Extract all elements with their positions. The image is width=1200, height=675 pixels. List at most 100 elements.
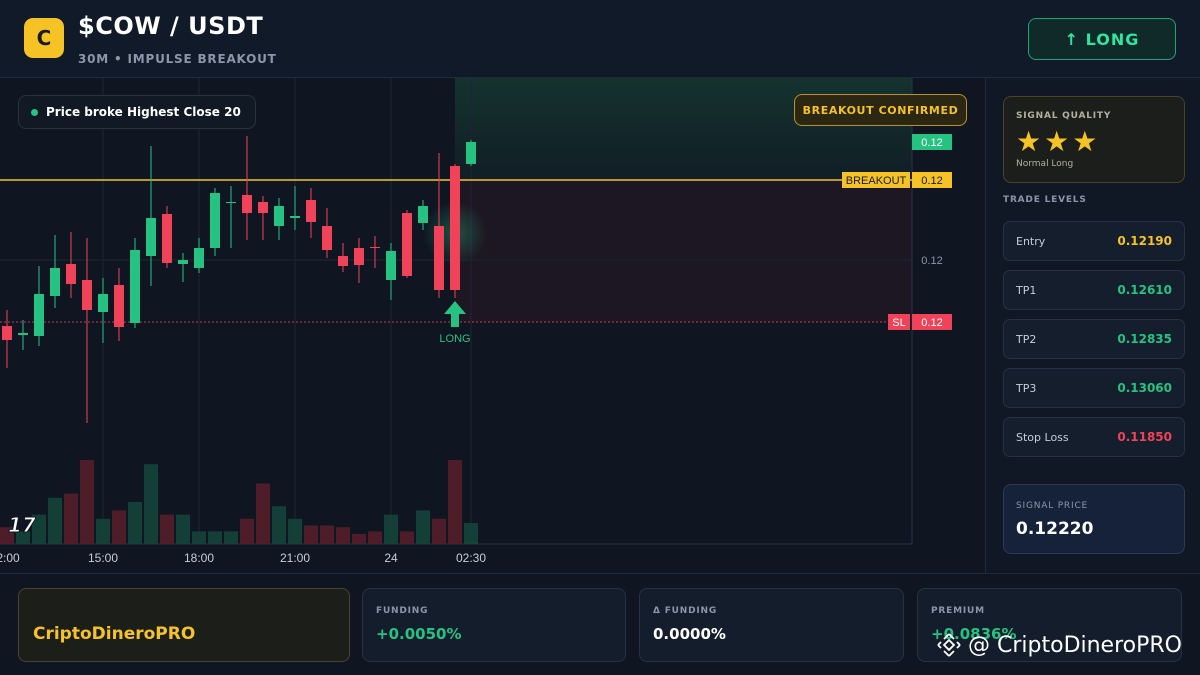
time-tick-label: 21:00 bbox=[280, 551, 310, 565]
signal-quality-label: SIGNAL QUALITY bbox=[1016, 111, 1112, 121]
volume-bar bbox=[160, 514, 174, 544]
volume-bar bbox=[128, 502, 142, 544]
volume-bar bbox=[224, 531, 238, 544]
candle-body bbox=[66, 264, 76, 284]
candle-body bbox=[34, 294, 44, 336]
chart-area[interactable]: LONG 0.12 BREAKOUT 0.12 0.12 SL 0.12 2:0… bbox=[0, 78, 985, 573]
volume-bar bbox=[272, 506, 286, 544]
candle-body bbox=[322, 226, 332, 250]
level-name: TP3 bbox=[1016, 382, 1037, 395]
delta-funding-card: Δ FUNDING 0.0000% bbox=[639, 588, 904, 662]
level-value: 0.12835 bbox=[1117, 332, 1172, 346]
volume-bar bbox=[208, 531, 222, 544]
volume-bar bbox=[320, 525, 334, 544]
candle-body bbox=[290, 216, 300, 218]
candle-body bbox=[98, 294, 108, 312]
long-signal-button[interactable]: ↑ LONG bbox=[1028, 18, 1176, 60]
level-card-stop-loss: Stop Loss 0.11850 bbox=[1003, 417, 1185, 457]
volume-bar bbox=[288, 518, 302, 544]
candle-body bbox=[2, 326, 12, 340]
candle-body bbox=[82, 280, 92, 310]
risk-zone bbox=[455, 180, 912, 322]
stat-value: 0.0000% bbox=[653, 625, 726, 643]
level-value: 0.13060 bbox=[1117, 381, 1172, 395]
level-name: Entry bbox=[1016, 235, 1046, 248]
candle-body bbox=[258, 202, 268, 213]
time-tick-label: 18:00 bbox=[184, 551, 214, 565]
footer: CriptoDineroPRO FUNDING +0.0050% Δ FUNDI… bbox=[0, 573, 1200, 675]
signal-price-label: SIGNAL PRICE bbox=[1016, 501, 1089, 511]
trade-levels-heading: TRADE LEVELS bbox=[1003, 195, 1087, 205]
candle-body bbox=[386, 251, 396, 280]
candle-body bbox=[402, 213, 412, 276]
star-rating-icon: ★★★ bbox=[1016, 125, 1101, 158]
volume-bar bbox=[144, 464, 158, 544]
time-tick-label: 24 bbox=[384, 551, 398, 565]
candle-body bbox=[338, 256, 348, 266]
info-pill-text: Price broke Highest Close 20 bbox=[46, 105, 241, 119]
funding-card: FUNDING +0.0050% bbox=[362, 588, 626, 662]
volume-bar bbox=[432, 518, 446, 544]
volume-bars bbox=[0, 460, 478, 544]
volume-bar bbox=[80, 460, 94, 544]
candle-body bbox=[18, 333, 28, 335]
candle-body bbox=[194, 248, 204, 268]
watermark: @ CriptoDineroPRO bbox=[936, 632, 1182, 658]
volume-bar bbox=[176, 514, 190, 544]
candle-body bbox=[114, 285, 124, 327]
binance-logo-icon bbox=[937, 633, 961, 657]
candles bbox=[2, 136, 476, 423]
time-tick-label: 02:30 bbox=[456, 551, 486, 565]
signal-quality-subtitle: Normal Long bbox=[1016, 159, 1074, 169]
brand-card: CriptoDineroPRO bbox=[18, 588, 350, 662]
signal-price-card: SIGNAL PRICE 0.12220 bbox=[1003, 484, 1185, 554]
level-name: Stop Loss bbox=[1016, 431, 1069, 444]
pair-title: $COW / USDT bbox=[78, 12, 264, 40]
tradingview-logo[interactable]: 17 bbox=[8, 513, 37, 538]
level-name: TP2 bbox=[1016, 333, 1037, 346]
volume-bar bbox=[336, 527, 350, 544]
long-marker-label: LONG bbox=[439, 333, 470, 345]
candle-body bbox=[162, 214, 172, 263]
volume-bar bbox=[112, 510, 126, 544]
sl-price-value: 0.12 bbox=[921, 317, 942, 329]
breakout-confirmed-badge: BREAKOUT CONFIRMED bbox=[794, 94, 967, 126]
candlestick-chart[interactable]: LONG 0.12 BREAKOUT 0.12 0.12 SL 0.12 2:0… bbox=[0, 78, 985, 573]
volume-bar bbox=[64, 493, 78, 544]
volume-bar bbox=[256, 483, 270, 544]
volume-bar bbox=[464, 523, 478, 544]
time-tick-label: 2:00 bbox=[0, 551, 20, 565]
info-pill: Price broke Highest Close 20 bbox=[18, 95, 256, 129]
breakout-tag-label: BREAKOUT bbox=[846, 175, 907, 187]
candle-body bbox=[450, 166, 460, 290]
level-card-entry: Entry 0.12190 bbox=[1003, 221, 1185, 261]
volume-bar bbox=[416, 510, 430, 544]
current-price-value: 0.12 bbox=[921, 137, 942, 149]
volume-bar bbox=[96, 518, 110, 544]
volume-bar bbox=[384, 514, 398, 544]
signal-price-value: 0.12220 bbox=[1016, 519, 1094, 539]
pair-subtitle: 30M • IMPULSE BREAKOUT bbox=[78, 52, 277, 66]
level-value: 0.12190 bbox=[1117, 234, 1172, 248]
time-tick-label: 15:00 bbox=[88, 551, 118, 565]
candle-body bbox=[146, 218, 156, 256]
status-dot-icon bbox=[31, 108, 38, 116]
volume-bar bbox=[240, 518, 254, 544]
stat-value: +0.0050% bbox=[376, 625, 462, 643]
level-value: 0.11850 bbox=[1117, 430, 1172, 444]
volume-bar bbox=[448, 460, 462, 544]
stat-label: Δ FUNDING bbox=[653, 606, 718, 616]
volume-bar bbox=[368, 531, 382, 544]
volume-bar bbox=[400, 531, 414, 544]
candle-body bbox=[466, 142, 476, 164]
candle-body bbox=[370, 247, 380, 248]
stat-label: PREMIUM bbox=[931, 606, 985, 616]
brand-name: CriptoDineroPRO bbox=[33, 624, 196, 644]
header: C $COW / USDT 30M • IMPULSE BREAKOUT ↑ L… bbox=[0, 0, 1200, 78]
watermark-text: @ CriptoDineroPRO bbox=[968, 632, 1182, 658]
volume-bar bbox=[352, 533, 366, 544]
volume-bar bbox=[304, 525, 318, 544]
coin-logo: C bbox=[24, 18, 64, 58]
volume-bar bbox=[192, 531, 206, 544]
candle-body bbox=[178, 260, 188, 264]
